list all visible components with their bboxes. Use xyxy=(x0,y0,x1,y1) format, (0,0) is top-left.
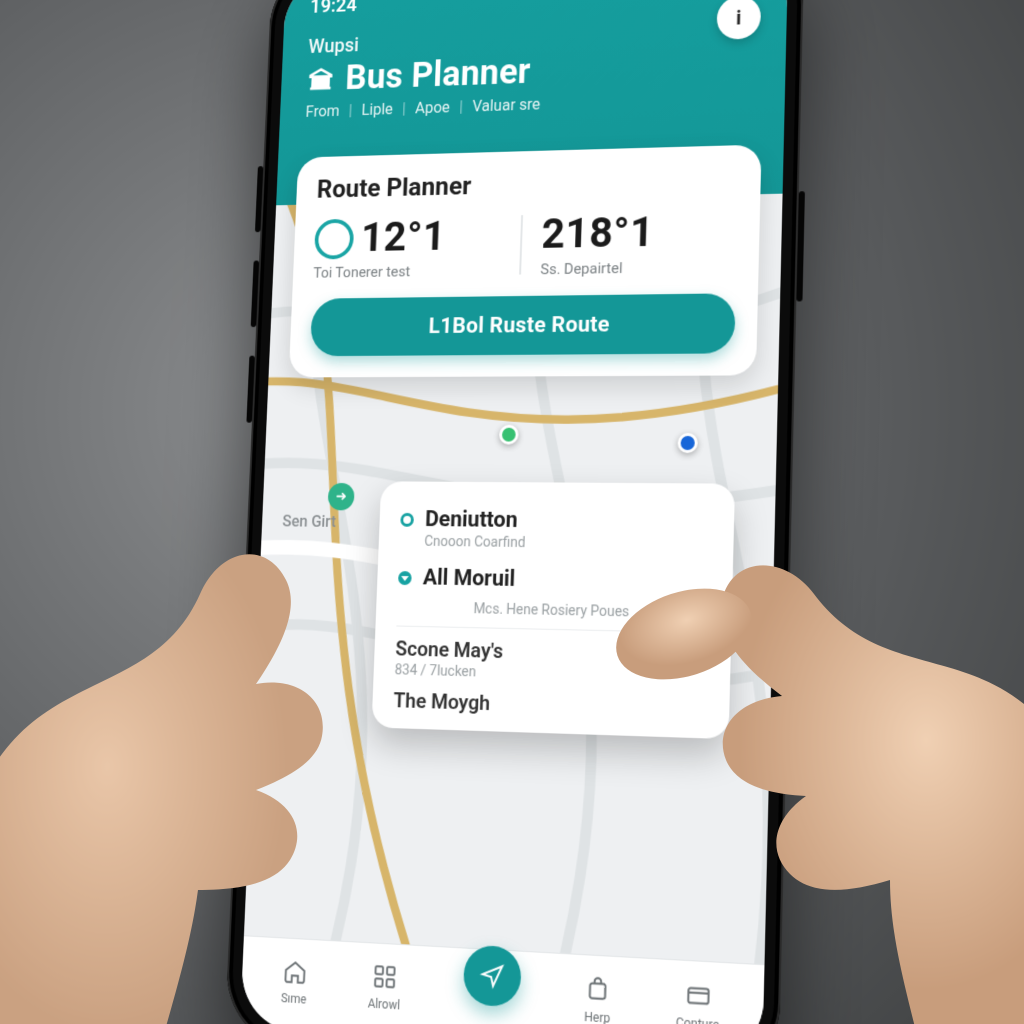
nav-label: Conture xyxy=(676,1015,720,1024)
phone-frame: 19:24 Wupsi Bus Pla xyxy=(224,0,805,1024)
status-time: 19:24 xyxy=(310,0,358,18)
metric-right[interactable]: 218°1 Ss. Depairtel xyxy=(540,207,738,279)
route-planner-card: Route Planner 12°1 Toi Tonerer test 218°… xyxy=(289,145,762,378)
stop-item[interactable]: The Moygh xyxy=(393,688,707,722)
destination-option[interactable]: All Moruil xyxy=(397,557,710,603)
metric-value: 218°1 xyxy=(541,207,738,259)
popover-hint: Mcs. Hene Rosiery Poues xyxy=(397,600,710,622)
stop-item[interactable]: Scone May's 834 / 7lucken xyxy=(394,636,708,686)
destination-sub: Cnooon Coarfind xyxy=(424,534,711,554)
page-title: Bus Planner xyxy=(345,51,532,98)
nav-browse[interactable]: Alrowl xyxy=(367,963,401,1013)
nav-home[interactable]: Sıme xyxy=(281,958,309,1007)
divider xyxy=(519,215,523,274)
grid-icon xyxy=(372,963,398,994)
nav-label: Sıme xyxy=(281,991,307,1007)
stop-name: The Moygh xyxy=(393,688,707,722)
nav-help[interactable]: Herp xyxy=(584,975,612,1024)
navigate-icon xyxy=(463,944,522,1007)
card-icon xyxy=(684,981,712,1013)
metric-sub: Toi Tonerer test xyxy=(313,261,500,281)
nav-label: Alrowl xyxy=(367,996,400,1012)
map-label: Sen Girt xyxy=(282,512,336,531)
metric-sub: Ss. Depairtel xyxy=(540,257,737,278)
bank-icon xyxy=(306,64,335,93)
breadcrumb-item[interactable]: From xyxy=(305,102,340,121)
card-title: Route Planner xyxy=(316,165,739,204)
breadcrumb-item[interactable]: Valuar sre xyxy=(472,95,541,115)
phone-screen: 19:24 Wupsi Bus Pla xyxy=(240,0,788,1024)
nav-plan[interactable] xyxy=(463,944,522,1007)
home-icon xyxy=(282,958,308,989)
find-route-button[interactable]: L1Bol Ruste Route xyxy=(310,293,736,356)
info-icon: i xyxy=(736,6,742,30)
destination-popover: Deniutton Cnooon Coarfind All Moruil Mcs… xyxy=(372,481,736,739)
destination-option[interactable]: Deniutton Cnooon Coarfind xyxy=(399,499,712,562)
bag-icon xyxy=(584,975,611,1007)
breadcrumb-item[interactable]: Liple xyxy=(361,100,393,119)
signal-icon xyxy=(678,0,700,2)
divider xyxy=(396,625,709,633)
download-circle-icon xyxy=(314,218,354,259)
radio-selected-icon xyxy=(398,571,412,585)
breadcrumb-item[interactable]: Apoe xyxy=(415,98,450,117)
nav-more[interactable]: Conture xyxy=(676,980,721,1024)
radio-icon xyxy=(400,512,414,526)
nav-label: Herp xyxy=(584,1010,610,1024)
metric-value: 12°1 xyxy=(360,213,447,262)
destination-name: Deniutton xyxy=(425,507,518,533)
metric-left[interactable]: 12°1 Toi Tonerer test xyxy=(313,212,502,282)
destination-name: All Moruil xyxy=(423,565,516,591)
